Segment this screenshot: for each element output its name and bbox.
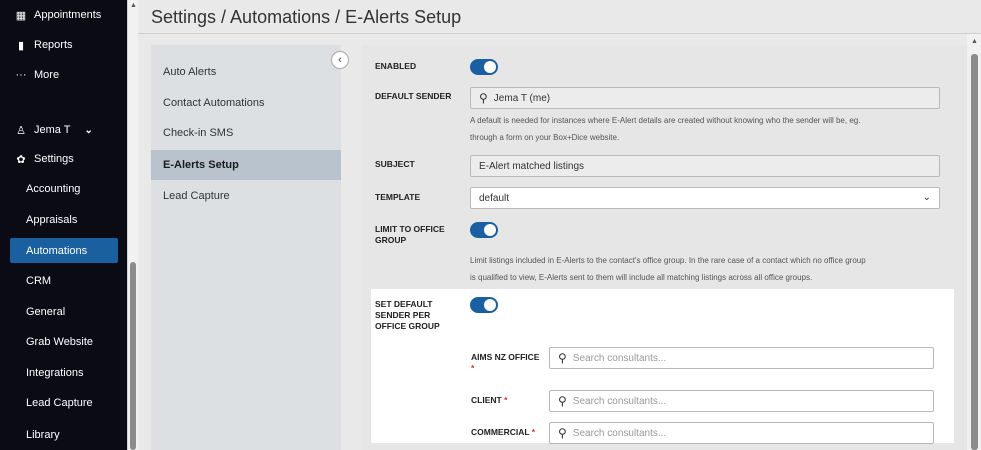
nav-item-label: Appraisals: [26, 214, 78, 226]
default-sender-value: Jema T (me): [493, 92, 551, 104]
search-icon: ⚲: [479, 91, 488, 105]
help-line: through a form on your Box+Dice website.: [470, 133, 620, 142]
nav-item-label: Automations: [26, 244, 88, 257]
required-marker: *: [504, 395, 508, 405]
nav-item-general[interactable]: General: [0, 297, 127, 327]
label-line: OFFICE GROUP: [375, 321, 440, 331]
nav-scrollbar-thumb[interactable]: [130, 262, 136, 450]
nav-item-label: Accounting: [26, 183, 81, 195]
nav-item-label: Reports: [34, 39, 73, 51]
subject-value: E-Alert matched listings: [479, 160, 585, 172]
content-scrollbar[interactable]: ▲: [967, 34, 981, 450]
nav-item-label: Integrations: [26, 367, 84, 379]
nav-item-crm[interactable]: CRM: [0, 266, 127, 296]
nav-item-label: More: [34, 69, 60, 81]
nav-item-label: Appointments: [34, 9, 102, 21]
nav-item-reports[interactable]: ▮ Reports: [0, 30, 127, 60]
gear-icon: ✿: [16, 153, 26, 166]
office-name: COMMERCIAL: [471, 427, 530, 437]
subject-input[interactable]: E-Alert matched listings: [470, 155, 940, 177]
enabled-toggle[interactable]: [470, 59, 498, 75]
client-consultant-input[interactable]: ⚲ Search consultants...: [549, 390, 934, 412]
office-name: CLIENT: [471, 395, 502, 405]
nav-item-grab-website[interactable]: Grab Website: [0, 327, 127, 357]
input-placeholder: Search consultants...: [572, 352, 667, 364]
main-nav: ▦ Appointments ▮ Reports ··· More ♙ Jema…: [0, 0, 127, 450]
scroll-up-icon[interactable]: ▲: [130, 2, 137, 9]
nav-item-automations[interactable]: Automations: [10, 238, 118, 263]
office-name: AIMS NZ OFFICE: [471, 352, 540, 362]
submenu-item-auto-alerts[interactable]: Auto Alerts: [151, 57, 341, 87]
bar-chart-icon: ▮: [17, 39, 25, 52]
nav-item-integrations[interactable]: Integrations: [0, 358, 127, 388]
office-label-aims-nz: AIMS NZ OFFICE *: [471, 352, 539, 374]
aims-nz-consultant-input[interactable]: ⚲ Search consultants...: [549, 347, 934, 369]
page-title: Settings / Automations / E-Alerts Setup: [151, 7, 462, 27]
submenu-item-contact-automations[interactable]: Contact Automations: [151, 88, 341, 118]
nav-item-label: General: [26, 306, 66, 318]
input-placeholder: Search consultants...: [572, 395, 667, 407]
nav-item-accounting[interactable]: Accounting: [0, 174, 127, 204]
template-label: TEMPLATE: [375, 192, 421, 202]
default-sender-label: DEFAULT SENDER: [375, 91, 452, 101]
enabled-label: ENABLED: [375, 61, 417, 71]
collapse-submenu-button[interactable]: ‹: [331, 51, 349, 69]
nav-scrollbar[interactable]: ▲: [127, 0, 138, 450]
input-placeholder: Search consultants...: [572, 427, 667, 439]
nav-item-settings[interactable]: ✿ Settings: [0, 144, 127, 174]
submenu-item-e-alerts-setup[interactable]: E-Alerts Setup: [151, 150, 341, 180]
user-name: Jema T: [34, 124, 71, 136]
per-office-sender-toggle[interactable]: [470, 297, 498, 313]
office-label-client: CLIENT *: [471, 395, 507, 406]
chevron-down-icon: ⌄: [84, 124, 93, 136]
chevron-down-icon: ⌄: [922, 192, 931, 203]
search-icon: ⚲: [558, 351, 567, 365]
nav-item-label: CRM: [26, 275, 52, 287]
nav-item-appraisals[interactable]: Appraisals: [0, 205, 127, 235]
search-icon: ⚲: [558, 426, 567, 440]
user-menu[interactable]: ♙ Jema T ⌄: [0, 115, 127, 145]
content-scrollbar-thumb[interactable]: [971, 54, 978, 450]
ellipsis-icon: ···: [15, 69, 27, 81]
help-line: is qualified to view, E-Alerts sent to t…: [470, 273, 813, 282]
label-line: SET DEFAULT: [375, 299, 433, 309]
automations-submenu: Auto Alerts Contact Automations Check-in…: [151, 45, 341, 450]
limit-office-group-help: Limit listings included in E-Alerts to t…: [470, 252, 866, 286]
chevron-left-icon: ‹: [338, 54, 342, 66]
nav-item-library[interactable]: Library: [0, 420, 127, 450]
submenu-item-check-in-sms[interactable]: Check-in SMS: [151, 118, 341, 148]
label-line: GROUP: [375, 235, 407, 245]
required-marker: *: [531, 427, 536, 437]
user-icon: ♙: [16, 124, 26, 137]
help-line: A default is needed for instances where …: [470, 116, 861, 125]
subject-label: SUBJECT: [375, 159, 415, 169]
template-select[interactable]: default ⌄: [470, 187, 940, 209]
search-icon: ⚲: [558, 394, 567, 408]
required-marker: *: [471, 363, 475, 373]
limit-office-group-label: LIMIT TO OFFICE GROUP: [375, 224, 445, 246]
page-header: Settings / Automations / E-Alerts Setup: [138, 0, 981, 34]
calendar-icon: ▦: [15, 9, 27, 22]
commercial-consultant-input[interactable]: ⚲ Search consultants...: [549, 422, 934, 444]
nav-item-label: Grab Website: [26, 336, 94, 348]
per-office-sender-label: SET DEFAULT SENDER PER OFFICE GROUP: [375, 299, 440, 332]
nav-item-lead-capture[interactable]: Lead Capture: [0, 388, 127, 418]
scroll-up-icon[interactable]: ▲: [971, 38, 978, 45]
nav-item-label: Settings: [34, 153, 74, 165]
nav-item-label: Library: [26, 429, 60, 441]
label-line: LIMIT TO OFFICE: [375, 224, 445, 234]
nav-item-appointments[interactable]: ▦ Appointments: [0, 0, 127, 30]
default-sender-input[interactable]: ⚲ Jema T (me): [470, 87, 940, 109]
template-value: default: [479, 192, 510, 204]
office-label-commercial: COMMERCIAL *: [471, 427, 535, 438]
nav-item-label: Lead Capture: [26, 397, 93, 409]
default-sender-help: A default is needed for instances where …: [470, 112, 860, 146]
limit-office-group-toggle[interactable]: [470, 222, 498, 238]
submenu-item-lead-capture[interactable]: Lead Capture: [151, 181, 341, 211]
help-line: Limit listings included in E-Alerts to t…: [470, 256, 866, 265]
nav-item-more[interactable]: ··· More: [0, 60, 127, 90]
label-line: SENDER PER: [375, 310, 431, 320]
